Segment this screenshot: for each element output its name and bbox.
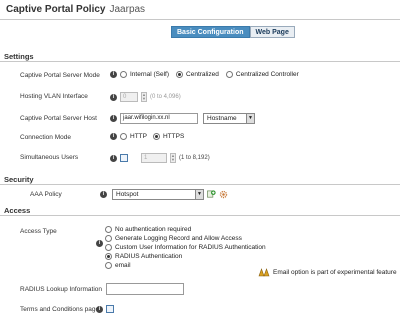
simultaneous-users-label: Simultaneous Users: [20, 154, 79, 161]
terms-label: Terms and Conditions page: [20, 306, 100, 313]
hosting-vlan-hint: (0 to 4,096): [150, 94, 181, 100]
access-type-group: No authentication required Generate Logg…: [105, 226, 266, 269]
radius-lookup-group: [106, 283, 184, 295]
radio-centralized[interactable]: [176, 71, 184, 78]
info-icon[interactable]: i: [110, 115, 117, 122]
email-note: Email option is part of experimental fea…: [258, 268, 397, 277]
security-divider: [0, 184, 400, 185]
radio-https[interactable]: [152, 133, 160, 140]
radio-http-label: HTTP: [130, 133, 147, 140]
tab-web-page[interactable]: Web Page: [249, 26, 295, 38]
aaa-policy-select[interactable]: Hotspot ▼: [112, 189, 204, 200]
server-host-label: Captive Portal Server Host: [20, 115, 97, 122]
radio-internal-label: Internal (Self): [130, 71, 170, 78]
policy-name: Jaarpas: [109, 4, 146, 15]
simultaneous-users-spinner[interactable]: ▲ ▼: [170, 153, 176, 163]
connection-mode-group: i HTTP HTTPS: [110, 133, 184, 140]
host-type-value: Hostname: [207, 115, 237, 122]
warning-icon: [258, 268, 270, 277]
radio-centralized-controller-label: Centralized Controller: [235, 71, 299, 78]
radio-logging[interactable]: [105, 235, 112, 242]
access-option-logging: Generate Logging Record and Allow Access: [105, 235, 266, 242]
info-icon[interactable]: i: [110, 154, 117, 162]
radio-radius[interactable]: [105, 253, 112, 260]
server-host-group: i jaar.wifilogin.xx.nl Hostname ▼: [110, 113, 255, 124]
info-icon[interactable]: i: [110, 93, 117, 101]
header-divider: [0, 19, 400, 20]
info-icon[interactable]: i: [96, 240, 103, 247]
terms-group: i: [96, 305, 114, 313]
terms-checkbox[interactable]: [106, 305, 114, 313]
info-icon[interactable]: i: [100, 191, 107, 198]
access-option-none: No authentication required: [105, 226, 266, 233]
radio-email[interactable]: [105, 262, 112, 269]
radio-no-auth-label: No authentication required: [115, 226, 192, 233]
info-icon[interactable]: i: [110, 133, 117, 140]
server-host-input[interactable]: jaar.wifilogin.xx.nl: [120, 113, 198, 124]
access-type-label: Access Type: [20, 228, 57, 235]
radio-custom-radius-label: Custom User Information for RADIUS Authe…: [115, 244, 266, 251]
tab-bar: Basic Configuration Web Page: [171, 26, 295, 38]
simultaneous-users-input[interactable]: 1: [141, 153, 167, 163]
section-security: Security: [4, 175, 34, 184]
page-title: Captive Portal Policy Jaarpas: [6, 4, 145, 15]
radio-radius-label: RADIUS Authentication: [115, 253, 183, 260]
radio-logging-label: Generate Logging Record and Allow Access: [115, 235, 242, 242]
add-icon[interactable]: [207, 190, 216, 199]
server-mode-label: Captive Portal Server Mode: [20, 72, 100, 79]
access-option-radius: RADIUS Authentication: [105, 253, 266, 260]
connection-mode-label: Connection Mode: [20, 134, 71, 141]
hosting-vlan-input[interactable]: 0: [120, 92, 138, 102]
aaa-policy-value: Hotspot: [116, 191, 139, 198]
access-type-info: i: [96, 240, 103, 247]
settings-divider: [0, 61, 400, 62]
simultaneous-users-checkbox[interactable]: [120, 154, 128, 162]
radio-custom-radius[interactable]: [105, 244, 112, 251]
hosting-vlan-label: Hosting VLAN Interface: [20, 93, 88, 100]
policy-title: Captive Portal Policy: [6, 4, 106, 15]
radio-email-label: email: [115, 262, 131, 269]
section-access: Access: [4, 206, 31, 215]
server-mode-group: i Internal (Self) Centralized Centralize…: [110, 71, 299, 78]
aaa-policy-group: i Hotspot ▼: [100, 189, 228, 200]
radio-https-label: HTTPS: [162, 133, 185, 140]
dropdown-arrow-icon: ▼: [195, 190, 203, 199]
hosting-vlan-spinner[interactable]: ▲ ▼: [141, 92, 147, 102]
simultaneous-users-hint: (1 to 8,192): [179, 155, 210, 161]
radio-centralized-controller[interactable]: [225, 71, 233, 78]
radio-no-auth[interactable]: [105, 226, 112, 233]
section-settings: Settings: [4, 52, 34, 61]
info-icon[interactable]: i: [110, 71, 117, 78]
radius-lookup-input[interactable]: [106, 283, 184, 295]
radius-lookup-label: RADIUS Lookup Information: [20, 286, 103, 293]
settings-icon[interactable]: [219, 190, 228, 199]
email-note-text: Email option is part of experimental fea…: [273, 269, 397, 276]
info-icon[interactable]: i: [96, 305, 103, 313]
hosting-vlan-group: i 0 ▲ ▼ (0 to 4,096): [110, 92, 181, 102]
aaa-policy-label: AAA Policy: [30, 191, 62, 198]
simultaneous-users-group: i 1 ▲ ▼ (1 to 8,192): [110, 153, 210, 163]
access-divider: [0, 215, 400, 216]
access-option-email: email: [105, 262, 266, 269]
access-option-custom: Custom User Information for RADIUS Authe…: [105, 244, 266, 251]
radio-internal[interactable]: [120, 71, 127, 78]
radio-centralized-label: Centralized: [186, 71, 219, 78]
radio-http[interactable]: [120, 133, 127, 140]
tab-basic-configuration[interactable]: Basic Configuration: [171, 26, 250, 38]
dropdown-arrow-icon: ▼: [246, 114, 254, 123]
host-type-select[interactable]: Hostname ▼: [203, 113, 255, 124]
